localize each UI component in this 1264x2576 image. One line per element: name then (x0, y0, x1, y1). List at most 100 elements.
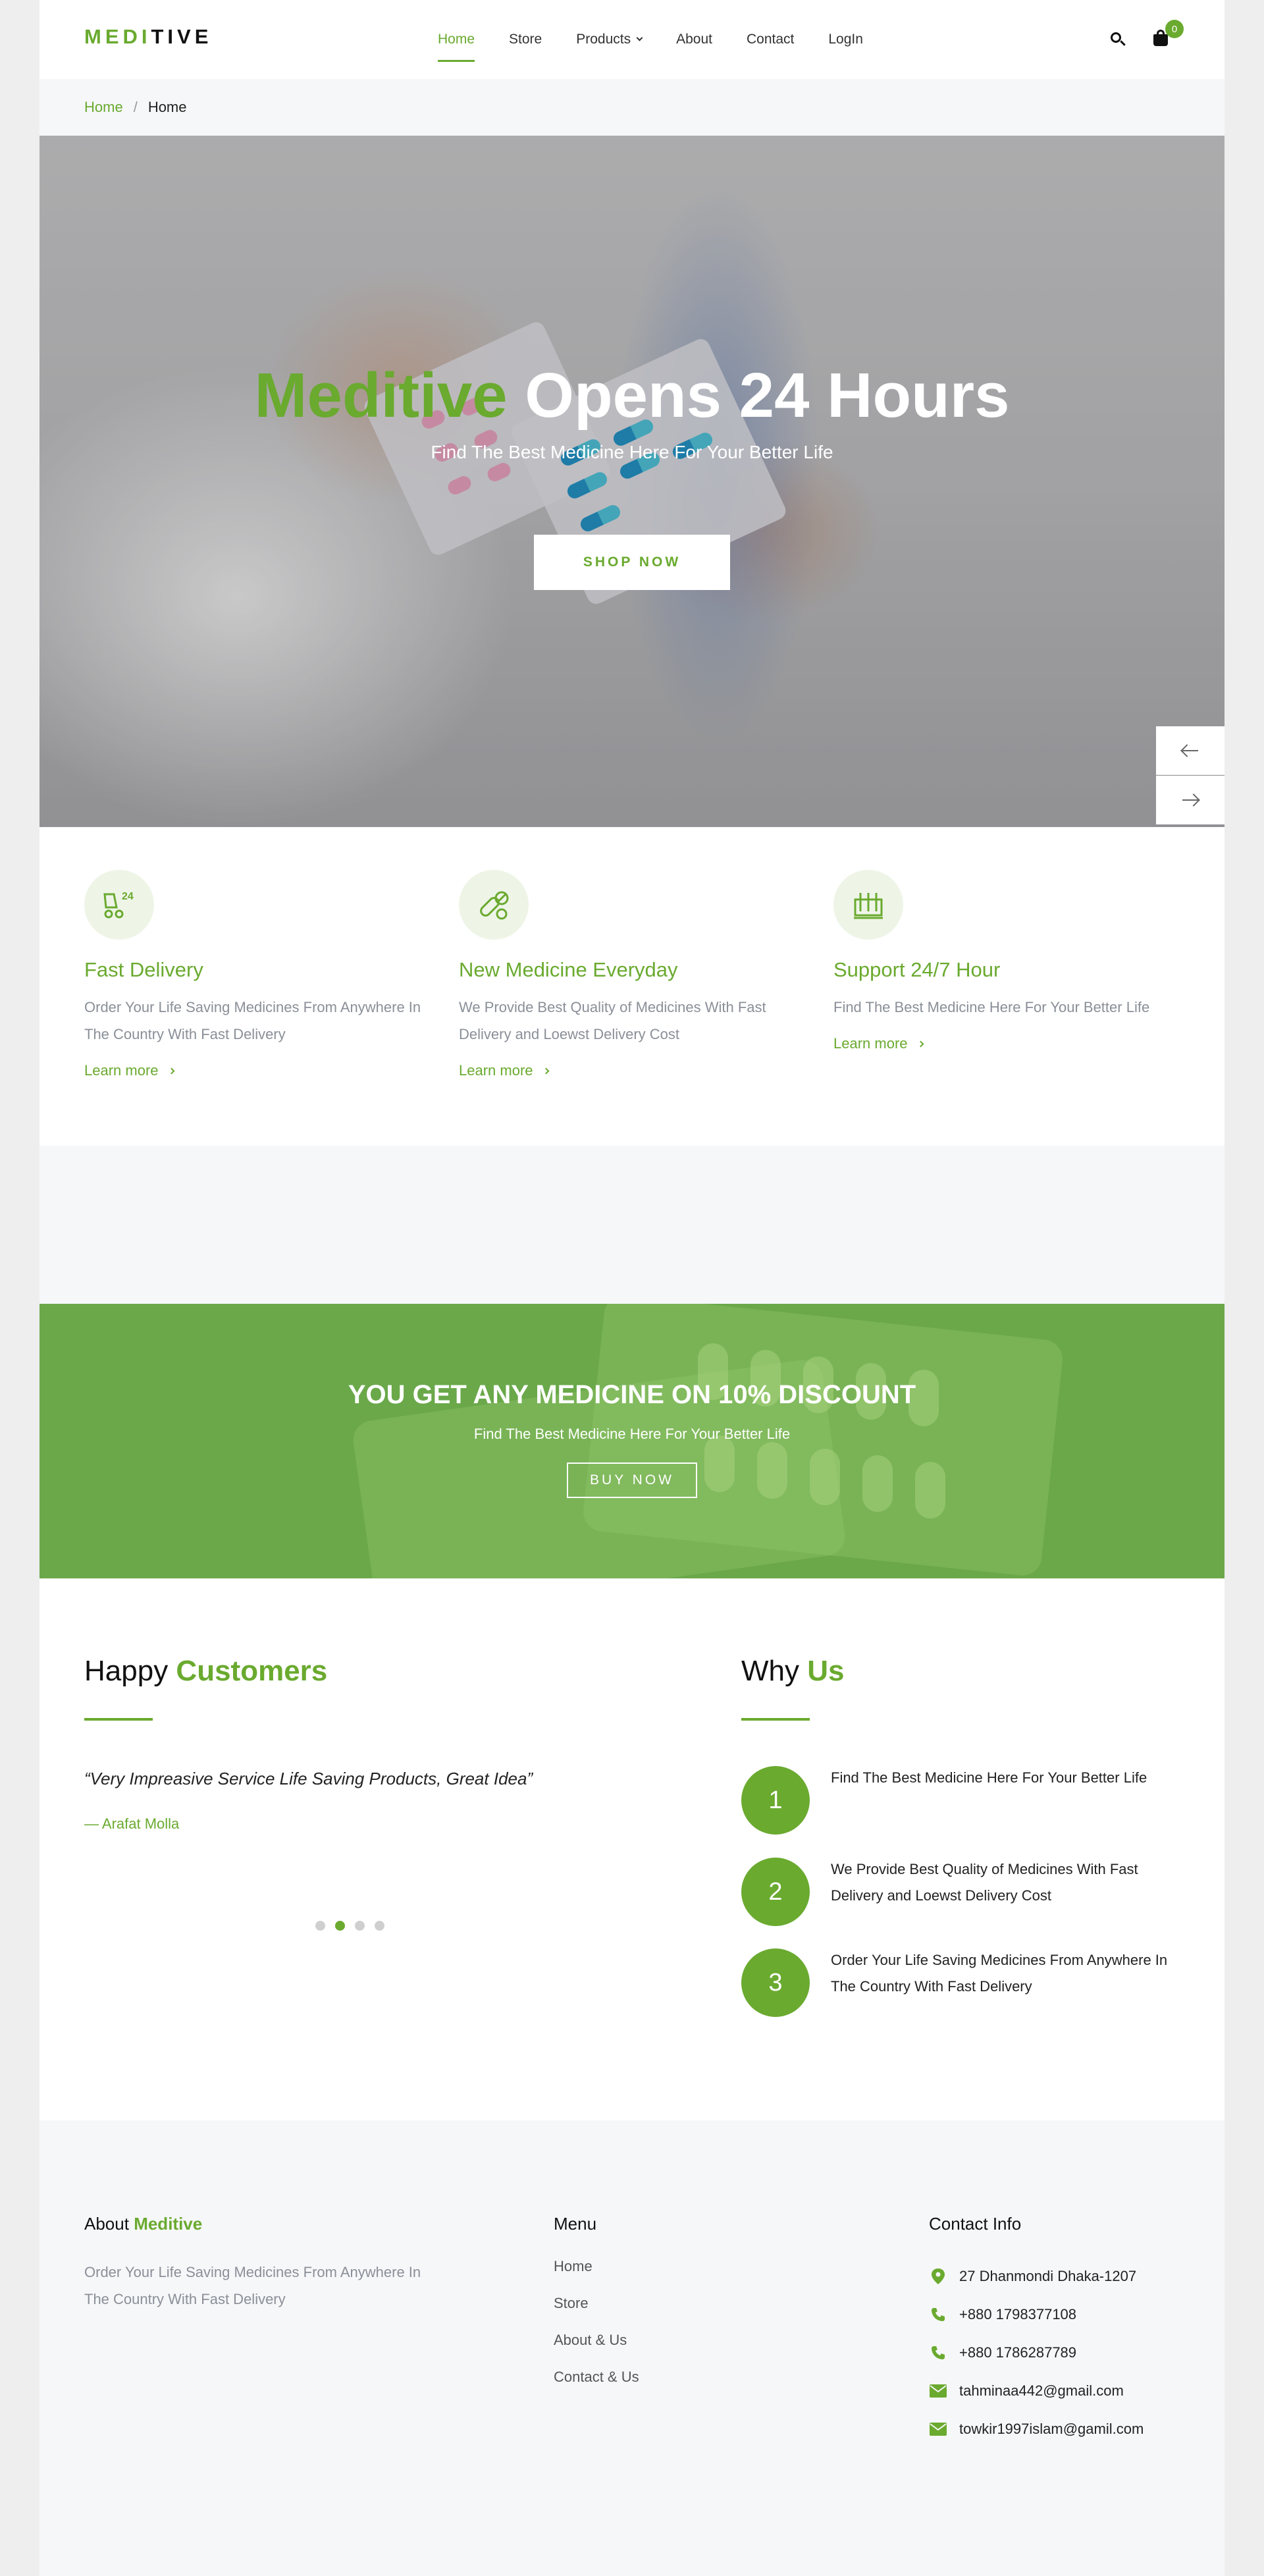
pagination-dot[interactable] (355, 1921, 365, 1931)
discount-banner: YOU GET ANY MEDICINE ON 10% DISCOUNT Fin… (40, 1304, 1224, 1578)
footer-menu-about[interactable]: About & Us (554, 2331, 639, 2368)
contact-text: 27 Dhanmondi Dhaka-1207 (959, 2268, 1137, 2284)
contact-phone: +880 1786287789 (929, 2334, 1144, 2372)
pagination-dot[interactable] (315, 1921, 325, 1931)
testimonial-author: — Arafat Molla (84, 1815, 180, 1832)
phone-icon (929, 2305, 947, 2324)
why-us-text: Find The Best Medicine Here For Your Bet… (831, 1769, 1147, 1786)
title-underline (84, 1718, 153, 1721)
hero-subtitle: Find The Best Medicine Here For Your Bet… (431, 442, 833, 462)
breadcrumb: Home / Home (40, 79, 1224, 136)
search-icon[interactable] (1109, 31, 1126, 48)
contact-text[interactable]: +880 1786287789 (959, 2344, 1076, 2361)
contact-email: tahminaa442@gmail.com (929, 2372, 1144, 2410)
slider-prev-button[interactable] (1156, 726, 1224, 775)
discount-title: YOU GET ANY MEDICINE ON 10% DISCOUNT (348, 1380, 916, 1409)
main-nav: Home Store Products About Contact LogIn (438, 0, 897, 79)
feature-title: Fast Delivery (84, 958, 203, 981)
nav-about[interactable]: About (676, 0, 712, 79)
why-us-title-highlight: Us (807, 1655, 845, 1687)
nav-contact[interactable]: Contact (747, 0, 794, 79)
why-us-title-plain: Why (741, 1655, 799, 1687)
pagination-dot[interactable] (375, 1921, 384, 1931)
testimonials-title-highlight: Customers (176, 1655, 328, 1687)
email-icon (929, 2382, 947, 2400)
arrow-left-icon (1182, 749, 1198, 751)
spacer-band (40, 1146, 1224, 1304)
feature-title: Support 24/7 Hour (833, 958, 1001, 981)
logo[interactable]: MEDITIVE (84, 25, 212, 49)
nav-store[interactable]: Store (509, 0, 542, 79)
why-us-item: 2 We Provide Best Quality of Medicines W… (741, 1858, 1202, 1926)
learn-more-link[interactable]: Learn more (459, 1062, 549, 1079)
footer-menu-contact[interactable]: Contact & Us (554, 2368, 639, 2405)
contact-phone: +880 1798377108 (929, 2295, 1144, 2334)
learn-more-link[interactable]: Learn more (84, 1062, 174, 1079)
footer-about-title: About Meditive (84, 2214, 202, 2234)
medicine-pills-icon (459, 870, 529, 940)
learn-more-label: Learn more (459, 1062, 533, 1079)
hero-title: Meditive Opens 24 Hours (40, 360, 1224, 432)
testimonials-title-plain: Happy (84, 1655, 169, 1687)
cart-count-badge: 0 (1165, 20, 1184, 38)
why-us-item: 3 Order Your Life Saving Medicines From … (741, 1948, 1202, 2017)
site-footer: About Meditive Order Your Life Saving Me… (40, 2120, 1224, 2576)
feature-description: We Provide Best Quality of Medicines Wit… (459, 999, 766, 1042)
footer-about-title-highlight: Meditive (134, 2214, 203, 2234)
support-lab-icon (833, 870, 903, 940)
footer-about-text: Order Your Life Saving Medicines From An… (84, 2264, 421, 2307)
footer-menu-store[interactable]: Store (554, 2294, 639, 2331)
footer-contact-title: Contact Info (929, 2214, 1022, 2234)
contact-text[interactable]: +880 1798377108 (959, 2306, 1076, 2323)
chevron-down-icon (636, 34, 643, 41)
why-us-number: 3 (741, 1948, 810, 2017)
why-us-number: 1 (741, 1766, 810, 1835)
logo-part-1: MEDI (84, 25, 151, 48)
breadcrumb-home-link[interactable]: Home (84, 99, 123, 116)
learn-more-label: Learn more (833, 1035, 908, 1052)
breadcrumb-separator: / (133, 99, 138, 115)
hero-slider: Meditive Opens 24 Hours Find The Best Me… (40, 136, 1224, 827)
contact-text[interactable]: towkir1997islam@gamil.com (959, 2421, 1144, 2438)
why-us-title: Why Us (741, 1655, 844, 1688)
nav-products-label: Products (576, 32, 631, 47)
delivery-24-icon: 24 (84, 870, 154, 940)
email-icon (929, 2420, 947, 2438)
contact-text[interactable]: tahminaa442@gmail.com (959, 2382, 1124, 2400)
feature-description: Order Your Life Saving Medicines From An… (84, 999, 421, 1042)
feature-title: New Medicine Everyday (459, 958, 678, 981)
footer-menu: Home Store About & Us Contact & Us (554, 2257, 639, 2405)
testimonial-quote: “Very Impreasive Service Life Saving Pro… (84, 1769, 533, 1788)
feature-support: Support 24/7 Hour Find The Best Medicine… (833, 870, 1189, 1052)
page: MEDITIVE Home Store Products About Conta… (40, 0, 1224, 2576)
learn-more-link[interactable]: Learn more (833, 1035, 924, 1052)
why-us-text: Order Your Life Saving Medicines From An… (831, 1952, 1168, 1995)
why-us-text: We Provide Best Quality of Medicines Wit… (831, 1861, 1138, 1904)
nav-home[interactable]: Home (438, 0, 475, 79)
footer-about-title-plain: About (84, 2214, 129, 2234)
contact-email: towkir1997islam@gamil.com (929, 2410, 1144, 2448)
chevron-right-icon (168, 1067, 174, 1074)
why-us-number: 2 (741, 1858, 810, 1926)
slider-next-button[interactable] (1156, 776, 1224, 824)
arrow-right-icon (1182, 799, 1198, 801)
logo-part-2: TIVE (151, 25, 213, 48)
feature-description: Find The Best Medicine Here For Your Bet… (833, 999, 1150, 1015)
pagination-dot-active[interactable] (335, 1921, 345, 1931)
testimonial-pagination (315, 1921, 394, 1931)
svg-text:24: 24 (122, 891, 134, 902)
shop-now-button[interactable]: SHOP NOW (534, 535, 730, 590)
breadcrumb-current: Home (147, 99, 187, 115)
chevron-right-icon (917, 1040, 924, 1047)
buy-now-button[interactable]: BUY NOW (567, 1462, 697, 1498)
discount-subtitle: Find The Best Medicine Here For Your Bet… (473, 1426, 791, 1442)
footer-menu-home[interactable]: Home (554, 2257, 639, 2294)
contact-list: 27 Dhanmondi Dhaka-1207 +880 1798377108 … (929, 2257, 1144, 2448)
nav-login[interactable]: LogIn (828, 0, 863, 79)
nav-products[interactable]: Products (576, 0, 643, 79)
features-section: 24 Fast Delivery Order Your Life Saving … (40, 827, 1224, 1146)
location-pin-icon (929, 2267, 947, 2286)
feature-new-medicine: New Medicine Everyday We Provide Best Qu… (459, 870, 814, 1079)
contact-address: 27 Dhanmondi Dhaka-1207 (929, 2257, 1144, 2295)
hero-title-highlight: Meditive (254, 360, 508, 431)
